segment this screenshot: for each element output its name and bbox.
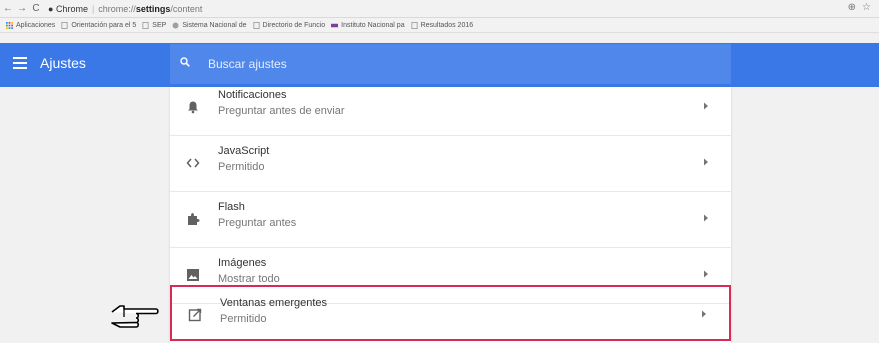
chevron-right-icon (704, 270, 708, 278)
back-arrow-icon[interactable]: ← (2, 3, 14, 14)
bookmark-item[interactable]: SEP (142, 22, 166, 29)
setting-row-popups[interactable]: Ventanas emergentes Permitido (170, 285, 731, 341)
site-info[interactable]: ● Chrome (48, 4, 88, 14)
bookmark-item[interactable]: Sistema Nacional de (172, 22, 247, 29)
puzzle-icon (188, 213, 200, 225)
page-icon (253, 21, 259, 29)
globe-icon (172, 22, 179, 28)
setting-row-javascript[interactable]: JavaScript Permitido (170, 135, 731, 192)
setting-row-flash[interactable]: Flash Preguntar antes (170, 191, 731, 248)
ine-icon (331, 23, 339, 27)
setting-label: Notificaciones (218, 89, 287, 101)
setting-value: Preguntar antes (218, 217, 297, 229)
content-settings-panel: Notificaciones Preguntar antes de enviar… (170, 87, 731, 343)
search-icon (180, 57, 190, 67)
bookmark-item[interactable]: Instituto Nacional pa (331, 22, 405, 29)
popup-icon (188, 308, 202, 322)
setting-label: Ventanas emergentes (220, 297, 328, 309)
bookmarks-bar: Aplicaciones Orientación para el 5 SEP S… (0, 18, 879, 33)
bookmark-item[interactable]: Aplicaciones (6, 21, 55, 29)
search-bar (170, 44, 731, 84)
bell-icon (188, 101, 198, 114)
apps-icon (6, 21, 13, 29)
setting-value: Mostrar todo (218, 273, 280, 285)
chevron-right-icon (704, 102, 708, 110)
setting-label: JavaScript (218, 145, 270, 157)
setting-value: Preguntar antes de enviar (218, 105, 345, 117)
setting-label: Imágenes (218, 257, 267, 269)
page-title: Ajustes (40, 55, 86, 71)
bookmark-item[interactable]: Resultados 2016 (411, 21, 473, 29)
menu-icon[interactable] (13, 57, 27, 69)
image-icon (187, 269, 199, 281)
setting-row-notifications[interactable]: Notificaciones Preguntar antes de enviar (170, 79, 731, 136)
search-input[interactable] (206, 56, 710, 72)
chevron-right-icon (704, 214, 708, 222)
address-bar[interactable]: chrome://settings/content (98, 4, 202, 14)
setting-value: Permitido (218, 161, 265, 173)
reload-icon[interactable]: C (30, 3, 42, 14)
url-separator: | (91, 3, 95, 14)
page-icon (411, 21, 418, 29)
zoom-icon[interactable]: ⊕ (848, 2, 856, 13)
browser-toolbar: ← → C ● Chrome | chrome://settings/conte… (0, 0, 879, 18)
setting-label: Flash (218, 201, 245, 213)
page-icon (142, 21, 149, 29)
star-icon[interactable]: ☆ (862, 2, 871, 13)
bookmark-item[interactable]: Orientación para el 5 (61, 22, 136, 29)
chevron-right-icon (702, 310, 706, 318)
chevron-right-icon (704, 158, 708, 166)
pointing-hand-icon (111, 305, 159, 328)
bookmark-item[interactable]: Directorio de Funcio (253, 21, 325, 29)
code-icon (186, 158, 200, 168)
forward-arrow-icon[interactable]: → (16, 3, 28, 14)
setting-value: Permitido (220, 313, 267, 325)
page-icon (61, 21, 68, 29)
